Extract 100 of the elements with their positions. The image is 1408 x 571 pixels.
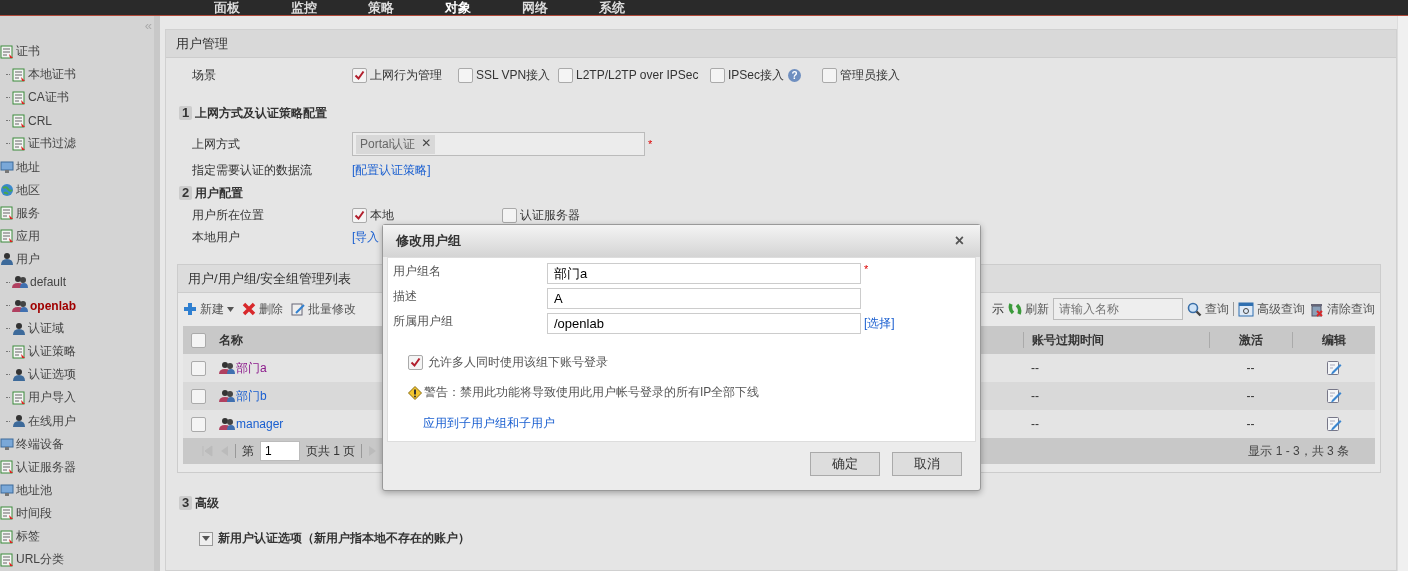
page-total: 页共 1 页 — [306, 442, 356, 460]
nav-tab[interactable]: 面板 — [214, 1, 291, 15]
dialog-button[interactable]: 取消 — [892, 452, 962, 476]
tree-item[interactable]: 用户导入 — [0, 386, 154, 410]
tree-item[interactable]: CA证书 — [0, 86, 154, 110]
link[interactable]: [选择] — [864, 315, 895, 332]
option-label[interactable]: 本地 — [370, 206, 394, 224]
tree-item[interactable]: 证书 — [0, 40, 154, 64]
tree-item[interactable]: 时间段 — [0, 501, 154, 525]
tree-item[interactable]: 标签 — [0, 524, 154, 549]
edit-icon[interactable] — [1325, 360, 1342, 376]
remove-tag-button[interactable]: ✕ — [421, 135, 432, 153]
checkbox[interactable] — [458, 67, 473, 83]
nav-tab[interactable]: 策略 — [368, 1, 445, 15]
link[interactable]: 应用到子用户组和子用户 — [388, 415, 975, 432]
text-field[interactable]: 部门a — [547, 263, 861, 284]
group-name-link[interactable]: 部门a — [236, 359, 267, 377]
checkbox[interactable] — [710, 67, 725, 83]
window-search-icon — [1238, 301, 1254, 317]
edit-icon[interactable] — [1325, 416, 1342, 432]
nav-tab[interactable]: 对象 — [445, 1, 522, 15]
dialog-button[interactable]: 确定 — [810, 452, 880, 476]
checkbox[interactable] — [352, 67, 367, 83]
document-icon — [0, 206, 14, 221]
toolbar-button[interactable]: 删除 — [242, 300, 283, 318]
column-header: 账号过期时间 — [1023, 332, 1209, 348]
text-field[interactable]: /openlab — [547, 313, 861, 334]
tree-item[interactable]: 认证服务器 — [0, 455, 154, 479]
edit-form-icon — [291, 302, 305, 316]
group-name-link[interactable]: 部门b — [236, 387, 267, 405]
tree-item[interactable]: 地区 — [0, 178, 154, 202]
person-icon — [12, 321, 26, 336]
column-header: 编辑 — [1292, 332, 1375, 348]
checkbox[interactable] — [822, 67, 837, 83]
toolbar-button[interactable]: 高级查询 — [1238, 300, 1305, 318]
select-all-checkbox[interactable] — [191, 332, 206, 348]
close-button[interactable]: × — [954, 232, 964, 250]
tree-item[interactable]: 用户 — [0, 247, 154, 271]
required-mark: * — [864, 263, 869, 275]
toolbar-button[interactable]: 清除查询 — [1309, 300, 1375, 318]
toolbar-button[interactable]: 新建 — [183, 300, 234, 318]
checkbox[interactable] — [502, 207, 517, 223]
toolbar-button[interactable]: 刷新 — [1008, 300, 1049, 318]
tree-item[interactable]: 认证选项 — [0, 363, 154, 387]
checkbox[interactable] — [558, 67, 573, 83]
field-label: 指定需要认证的数据流 — [192, 161, 313, 179]
step-number: 2 — [179, 186, 193, 200]
nav-tab[interactable]: 监控 — [291, 1, 368, 15]
text-field[interactable]: A — [547, 288, 861, 309]
multi-select-field[interactable]: Portal认证 ✕ — [352, 132, 645, 156]
table-cell-text: -- — [1245, 388, 1256, 405]
row-checkbox[interactable] — [191, 388, 206, 404]
option-label[interactable]: IPSec接入 — [728, 66, 784, 84]
page-number-field[interactable]: 1 — [260, 441, 300, 461]
section-title: 上网方式及认证策略配置 — [195, 104, 328, 122]
search-field[interactable]: 请输入名称 — [1053, 298, 1183, 320]
option-label[interactable]: 认证服务器 — [520, 206, 580, 224]
tree-item[interactable]: openlab — [0, 294, 154, 318]
toolbar-button[interactable]: 批量修改 — [291, 300, 356, 318]
tree-item[interactable]: 本地证书 — [0, 63, 154, 87]
page-label: 第 — [242, 442, 254, 460]
tree-item[interactable]: 地址 — [0, 155, 154, 179]
step-number: 3 — [179, 496, 193, 510]
option-label[interactable]: 上网行为管理 — [370, 66, 442, 84]
edit-icon[interactable] — [1325, 388, 1342, 404]
document-icon — [0, 460, 14, 475]
tree-item[interactable]: 地址池 — [0, 478, 154, 502]
document-icon — [12, 136, 26, 151]
document-icon — [12, 67, 26, 82]
scrollbar[interactable] — [1397, 16, 1408, 571]
link[interactable]: [配置认证策略] — [352, 161, 431, 179]
nav-tab[interactable]: 系统 — [599, 1, 676, 15]
page-summary: 显示 1 - 3，共 3 条 — [1248, 442, 1349, 460]
tree-item[interactable]: 认证策略 — [0, 340, 154, 364]
checkbox[interactable] — [352, 207, 367, 223]
checkbox[interactable] — [408, 355, 423, 370]
tree-item[interactable]: 认证域 — [0, 317, 154, 341]
column-header: 名称 — [218, 331, 244, 349]
tree-item[interactable]: URL分类 — [0, 548, 154, 571]
link[interactable]: [导入 — [352, 228, 380, 246]
expand-toggle[interactable] — [199, 531, 213, 546]
toolbar-button[interactable]: 查询 — [1187, 300, 1229, 318]
row-checkbox[interactable] — [191, 360, 206, 376]
option-label[interactable]: 管理员接入 — [840, 66, 900, 84]
step-number: 1 — [179, 106, 193, 120]
trash-icon — [1309, 301, 1324, 317]
option-label[interactable]: SSL VPN接入 — [476, 66, 551, 84]
group-name-link[interactable]: manager — [236, 417, 284, 431]
person-icon — [12, 414, 26, 429]
tree-item[interactable]: 在线用户 — [0, 409, 154, 433]
tree-item[interactable]: 终端设备 — [0, 432, 154, 456]
nav-tab[interactable]: 网络 — [522, 1, 599, 15]
option-label[interactable]: 允许多人同时使用该组下账号登录 — [428, 354, 608, 371]
tree-item[interactable]: 应用 — [0, 224, 154, 248]
row-checkbox[interactable] — [191, 416, 206, 432]
option-label[interactable]: L2TP/L2TP over IPSec — [576, 68, 699, 82]
tree-item[interactable]: CRL — [0, 109, 154, 133]
tree-item[interactable]: default — [0, 270, 154, 295]
tree-item[interactable]: 证书过滤 — [0, 132, 154, 156]
tree-item[interactable]: 服务 — [0, 201, 154, 225]
